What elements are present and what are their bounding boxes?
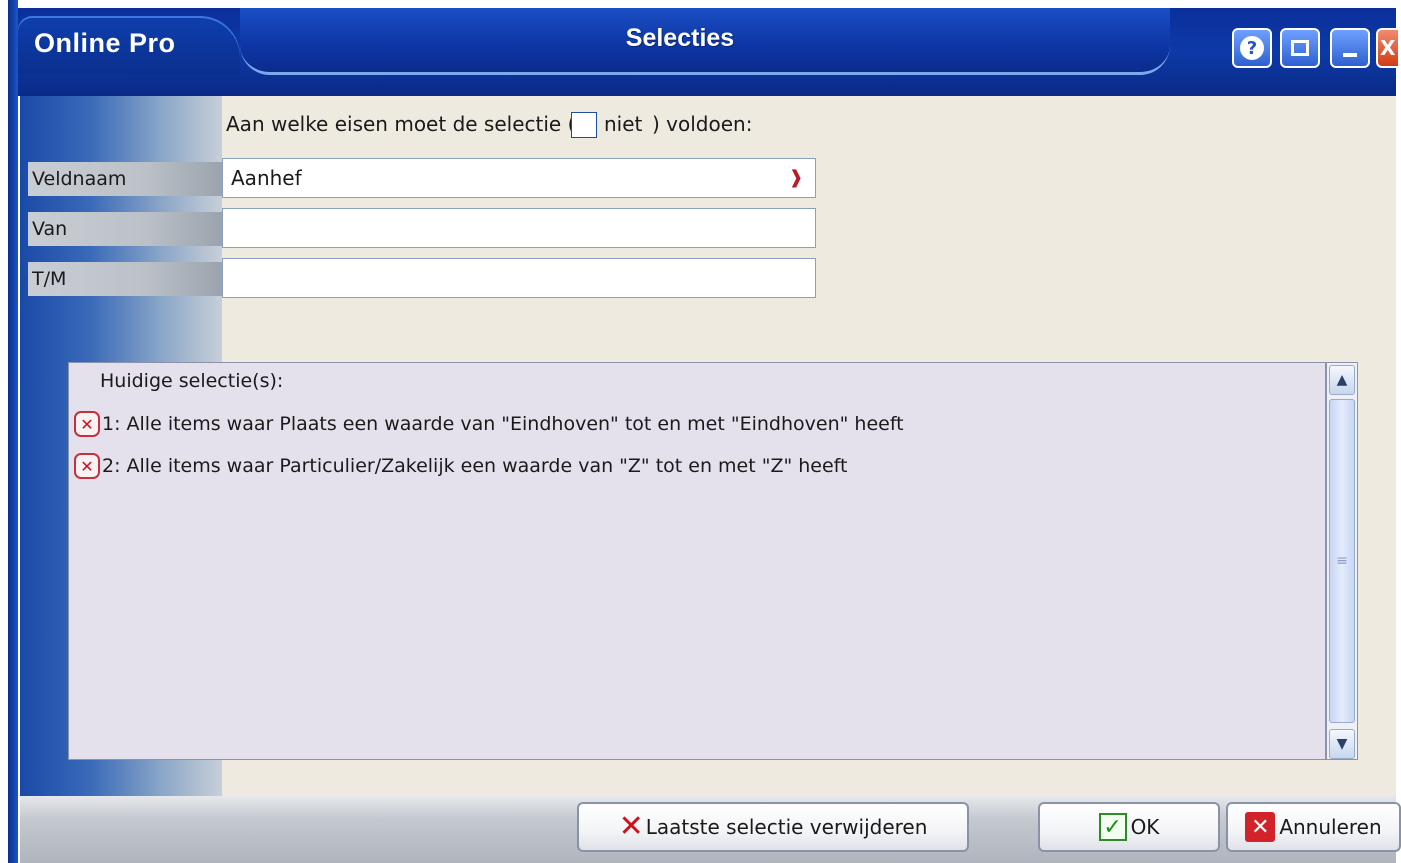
criteria-question-prefix: Aan welke eisen moet de selectie (	[226, 112, 576, 136]
remove-last-selection-label: Laatste selectie verwijderen	[645, 815, 928, 839]
dialog-title: Selecties	[625, 24, 735, 52]
chevron-down-icon[interactable]: ❱	[781, 163, 811, 193]
selection-item-text: 1: Alle items waar Plaats een waarde van…	[102, 413, 904, 435]
selection-item: ✕ 1: Alle items waar Plaats een waarde v…	[74, 409, 904, 439]
restore-button[interactable]	[1280, 28, 1320, 68]
veldnaam-dropdown[interactable]: Aanhef ❱	[222, 158, 816, 198]
help-button[interactable]: ?	[1232, 28, 1272, 68]
list-scrollbar[interactable]: ▲ ≡ ▼	[1326, 362, 1358, 760]
remove-x-icon[interactable]: ✕	[74, 453, 100, 479]
selection-item-text: 2: Alle items waar Particulier/Zakelijk …	[102, 455, 848, 477]
restore-icon	[1291, 40, 1309, 56]
red-x-icon: ✕	[618, 809, 644, 844]
minimize-icon	[1343, 53, 1357, 57]
veldnaam-label: Veldnaam	[28, 162, 222, 196]
ok-label: OK	[1130, 815, 1160, 839]
criteria-question-suffix: ) voldoen:	[652, 112, 753, 136]
scroll-down-button[interactable]: ▼	[1329, 729, 1355, 759]
chevron-up-icon: ▲	[1336, 372, 1348, 388]
current-selections-header: Huidige selectie(s):	[100, 370, 284, 392]
minimize-button[interactable]	[1330, 28, 1370, 68]
close-button[interactable]: X	[1376, 28, 1398, 68]
tm-input[interactable]	[222, 258, 816, 298]
cancel-label: Annuleren	[1279, 815, 1382, 839]
scroll-up-button[interactable]: ▲	[1329, 365, 1355, 395]
van-input[interactable]	[222, 208, 816, 248]
chevron-down-icon: ▼	[1336, 736, 1348, 752]
cancel-icon: ✕	[1245, 812, 1276, 842]
van-label: Van	[28, 212, 222, 246]
tm-label: T/M	[28, 262, 222, 296]
ok-button[interactable]: ✓ OK	[1038, 802, 1220, 852]
niet-checkbox[interactable]	[571, 112, 597, 138]
checkmark-icon: ✓	[1098, 813, 1127, 841]
close-icon: X	[1380, 36, 1396, 60]
window-frame-edge	[8, 0, 18, 863]
selection-item: ✕ 2: Alle items waar Particulier/Zakelij…	[74, 451, 847, 481]
help-icon: ?	[1240, 36, 1264, 60]
grip-icon: ≡	[1336, 553, 1348, 569]
scroll-thumb[interactable]: ≡	[1329, 399, 1355, 723]
app-name: Online Pro	[34, 28, 176, 58]
selecties-dialog: Online Pro Selecties ? X Aan welke eisen…	[0, 0, 1401, 863]
remove-x-icon[interactable]: ✕	[74, 411, 100, 437]
cancel-button[interactable]: ✕ Annuleren	[1226, 802, 1401, 852]
veldnaam-value: Aanhef	[231, 166, 302, 190]
remove-last-selection-button[interactable]: ✕ Laatste selectie verwijderen	[577, 802, 969, 852]
niet-checkbox-label: niet	[604, 112, 643, 136]
